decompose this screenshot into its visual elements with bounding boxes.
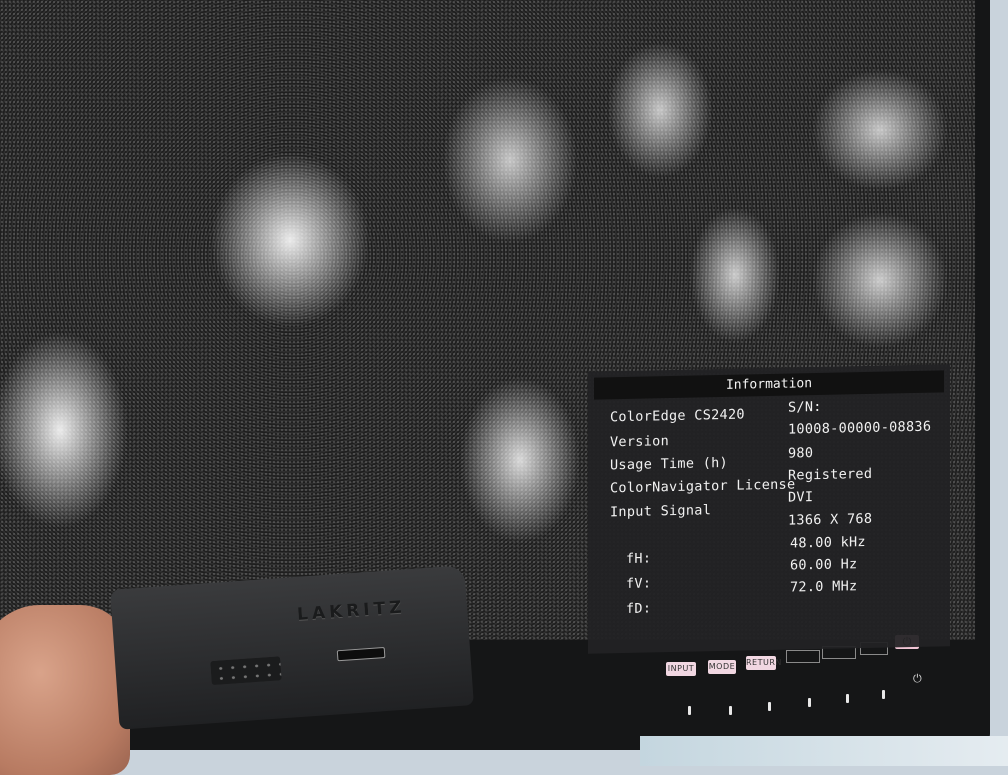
photo-scene: Information ColorEdge CS2420 S/N: Versio… (0, 0, 1008, 775)
input-button[interactable]: INPUT (666, 662, 696, 676)
osd-fd-label: fD: (626, 600, 652, 617)
key-indicator-dot (768, 702, 771, 711)
key-indicator-dot (729, 706, 732, 715)
osd-resolution-value: 1366 X 768 (788, 510, 873, 529)
osd-serial-label: S/N: (788, 398, 822, 416)
osd-fv-value: 60.00 Hz (790, 556, 858, 574)
return-button[interactable]: RETURN (746, 656, 781, 670)
background-floor (640, 736, 1008, 766)
osd-title-bar: Information (594, 370, 944, 400)
osd-fd-value: 72.0 MHz (790, 578, 858, 596)
power-led-icon: ⏻ (913, 672, 922, 685)
blank-key-1[interactable] (786, 650, 820, 663)
key-indicator-dot (846, 694, 849, 703)
osd-information-panel: Information ColorEdge CS2420 S/N: Versio… (588, 364, 950, 654)
osd-usage-label: Usage Time (h) (610, 454, 728, 474)
key-indicator-dot (882, 690, 885, 699)
device-pin-header (210, 656, 282, 686)
lakritz-device: LAKRITZ (110, 565, 474, 730)
osd-input-signal-label: Input Signal (610, 502, 712, 521)
osd-fh-label: fH: (626, 550, 652, 567)
osd-model-name: ColorEdge CS2420 (610, 406, 745, 426)
osd-serial-value: 10008-00000-08836 (788, 418, 932, 438)
osd-license-label: ColorNavigator License (610, 476, 796, 497)
osd-fv-label: fV: (626, 575, 652, 592)
osd-usage-value: 980 (788, 445, 814, 462)
device-card-slot (336, 646, 386, 662)
osd-version-label: Version (610, 433, 669, 451)
hand (0, 605, 130, 775)
osd-input-signal-value: DVI (788, 489, 814, 506)
mode-button[interactable]: MODE (708, 660, 736, 674)
osd-license-value: Registered (788, 465, 873, 484)
osd-fh-value: 48.00 kHz (790, 533, 866, 552)
key-indicator-dot (808, 698, 811, 707)
osd-title: Information (725, 376, 813, 393)
device-brand-label: LAKRITZ (296, 597, 407, 625)
key-indicator-dot (688, 706, 691, 715)
